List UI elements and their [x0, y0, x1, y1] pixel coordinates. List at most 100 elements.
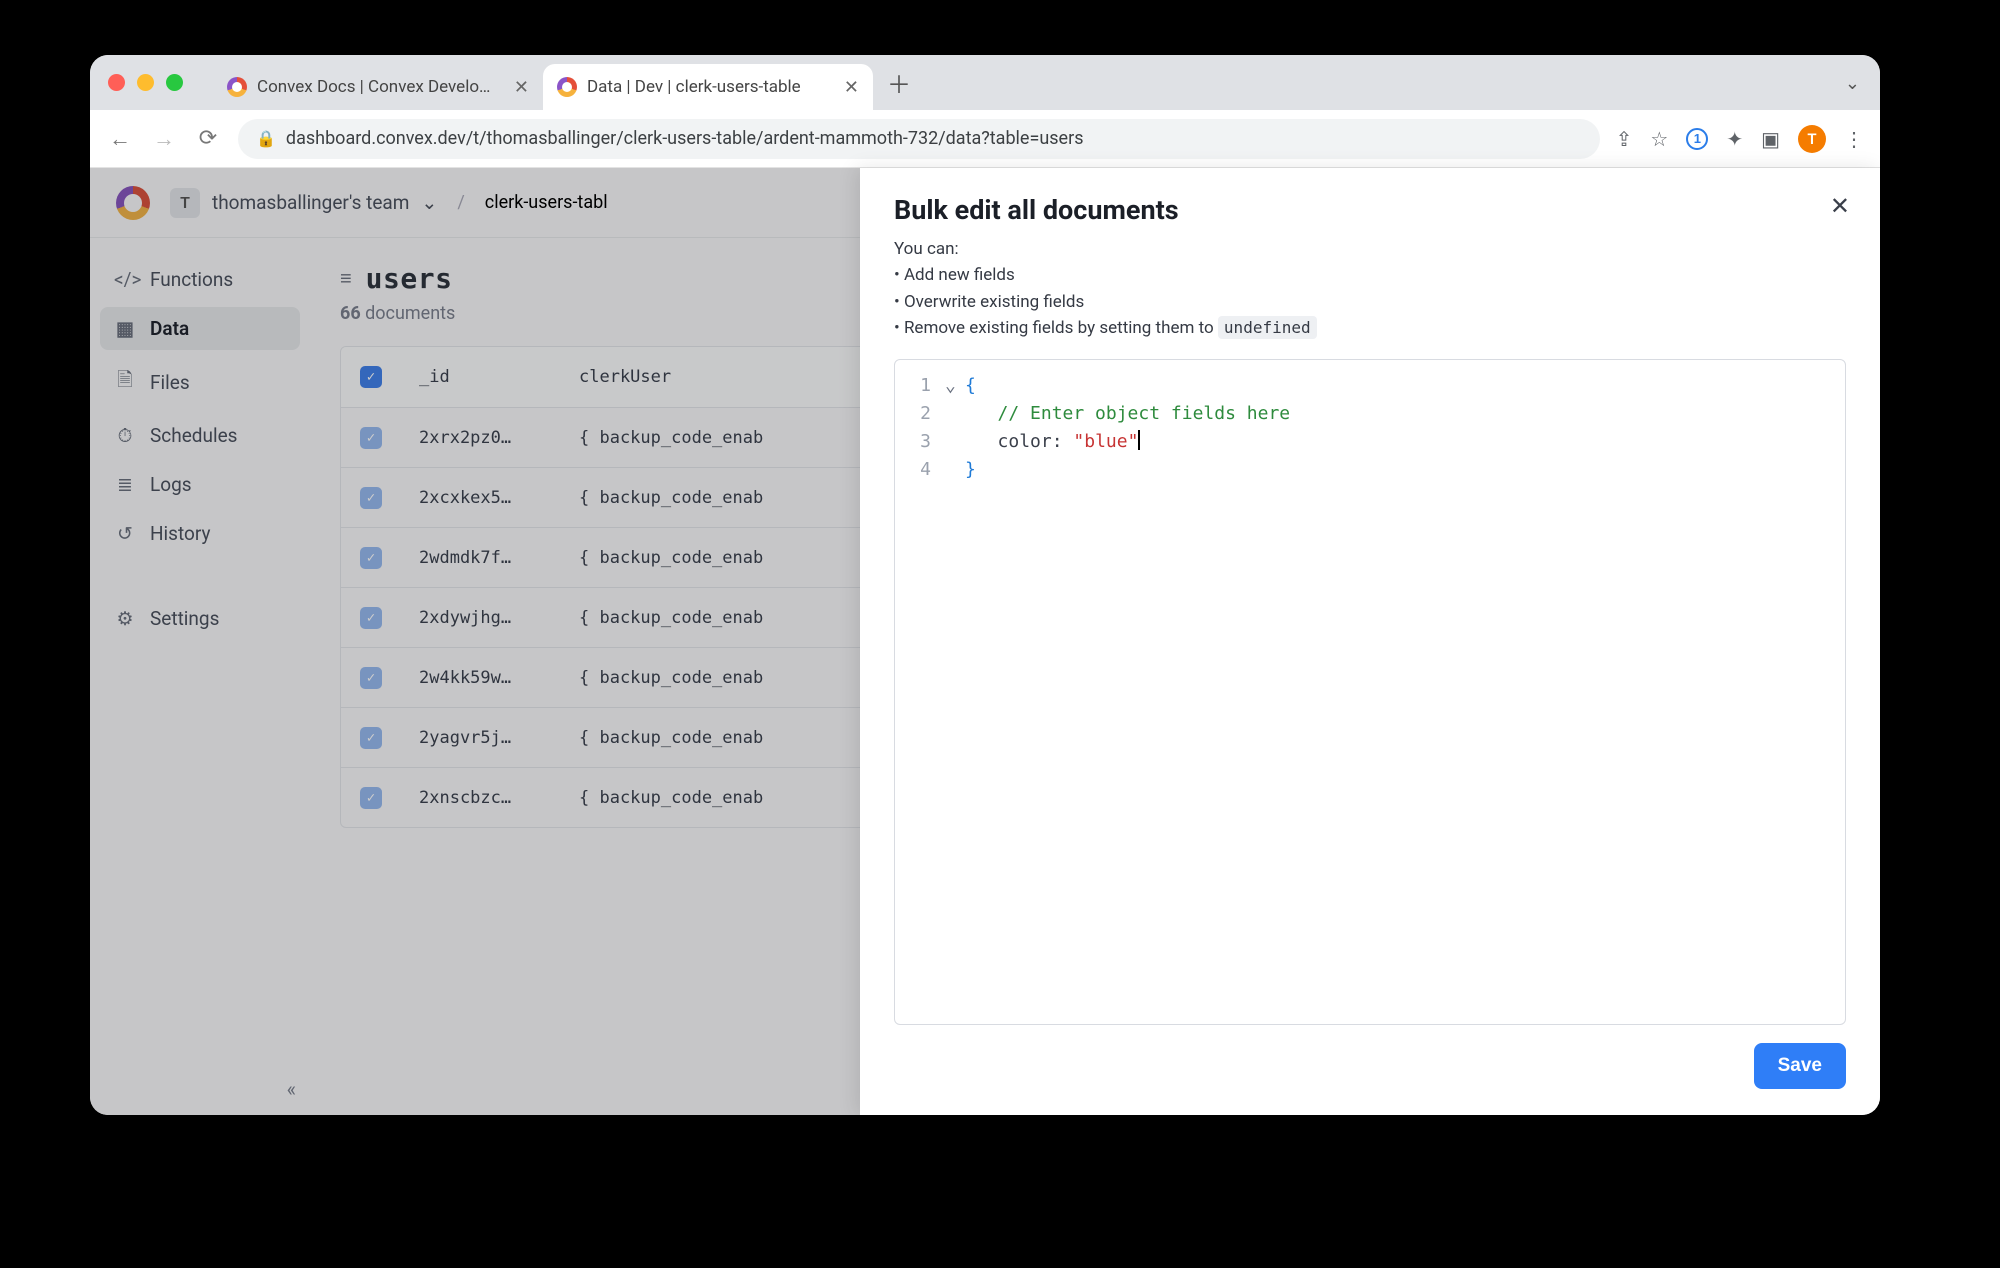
code-editor[interactable]: 1 ⌄ { 2 // Enter object fields here 3 co… — [894, 359, 1846, 1025]
nav-schedules[interactable]: ⏱ Schedules — [100, 414, 300, 457]
team-avatar: T — [170, 188, 200, 218]
nav-label: Functions — [150, 268, 233, 291]
fold-gutter — [945, 400, 965, 428]
panel-description: You can: • Add new fields • Overwrite ex… — [894, 236, 1846, 341]
tabstrip: Convex Docs | Convex Develo… ✕ Data | De… — [90, 55, 1880, 110]
id-cell[interactable]: 2xdywjhg… — [401, 608, 561, 628]
line-number: 1 — [901, 372, 945, 400]
checkbox-icon: ✓ — [360, 547, 382, 569]
share-icon[interactable]: ⇪ — [1616, 127, 1633, 151]
team-selector[interactable]: T thomasballinger's team ⌄ — [170, 188, 437, 218]
extensions-icon[interactable]: ✦ — [1726, 127, 1743, 151]
checkbox-icon: ✓ — [360, 427, 382, 449]
collapse-sidebar-icon[interactable]: « — [287, 1077, 296, 1101]
tab-inactive[interactable]: Convex Docs | Convex Develo… ✕ — [213, 64, 543, 110]
row-checkbox-cell[interactable]: ✓ — [341, 487, 401, 509]
fold-icon[interactable]: ⌄ — [945, 372, 965, 400]
clock-icon: ⏱ — [114, 424, 136, 447]
checkbox-icon: ✓ — [360, 366, 382, 388]
window-close-icon[interactable] — [108, 74, 125, 91]
column-header[interactable]: _id — [401, 367, 561, 387]
team-name: thomasballinger's team — [212, 191, 409, 214]
bullet-text: Remove existing fields by setting them t… — [904, 318, 1218, 338]
row-checkbox-cell[interactable]: ✓ — [341, 427, 401, 449]
sidenav: </> Functions ▦Data 🗎Files ⏱ Schedules ≣ Lo… — [90, 238, 310, 1115]
tab-title: Convex Docs | Convex Develo… — [257, 77, 504, 97]
forward-icon[interactable]: → — [150, 126, 178, 152]
row-checkbox-cell[interactable]: ✓ — [341, 727, 401, 749]
nav-history[interactable]: ↺ History — [100, 512, 300, 555]
panel-icon[interactable]: ▣ — [1761, 127, 1780, 151]
nav-files[interactable]: 🗎Files — [100, 356, 300, 408]
id-cell[interactable]: 2w4kk59w… — [401, 668, 561, 688]
checkbox-icon: ✓ — [360, 667, 382, 689]
reload-icon[interactable]: ⟳ — [194, 126, 222, 151]
code-token: // Enter object fields here — [965, 400, 1290, 428]
fold-gutter — [945, 428, 965, 456]
table-icon: ▦ — [114, 317, 136, 340]
history-icon: ↺ — [114, 522, 136, 545]
tabs-dropdown-icon[interactable]: ⌄ — [1845, 73, 1860, 94]
nav-label: Logs — [150, 473, 192, 496]
bulk-edit-panel: Bulk edit all documents ✕ You can: • Add… — [860, 168, 1880, 1115]
save-button[interactable]: Save — [1754, 1043, 1846, 1089]
panel-footer: Save — [894, 1043, 1846, 1089]
profile-avatar[interactable]: T — [1798, 125, 1826, 153]
fold-gutter — [945, 456, 965, 484]
row-checkbox-cell[interactable]: ✓ — [341, 787, 401, 809]
bullet-text: Overwrite existing fields — [904, 292, 1084, 312]
onepassword-icon[interactable]: 1 — [1686, 128, 1708, 150]
close-icon[interactable]: ✕ — [1830, 192, 1850, 220]
nav-label: Schedules — [150, 424, 237, 447]
code-token: } — [965, 456, 976, 484]
kebab-icon[interactable]: ⋮ — [1844, 127, 1864, 151]
nav-settings[interactable]: ⚙Settings — [100, 597, 300, 640]
bullet-text: Add new fields — [904, 265, 1015, 285]
string-token: "blue" — [1073, 431, 1138, 452]
count-value: 66 — [340, 303, 361, 324]
toolbar-right: ⇪ ☆ 1 ✦ ▣ T ⋮ — [1616, 125, 1864, 153]
code-literal: undefined — [1218, 316, 1317, 339]
comment-token: // Enter object fields here — [998, 403, 1291, 424]
select-all-cell[interactable]: ✓ — [341, 366, 401, 388]
checkbox-icon: ✓ — [360, 607, 382, 629]
id-cell[interactable]: 2xcxkex5… — [401, 488, 561, 508]
table-name: users — [366, 262, 453, 295]
nav-label: Files — [150, 371, 190, 394]
convex-logo-icon[interactable] — [116, 186, 150, 220]
favicon-icon — [227, 77, 247, 97]
close-icon[interactable]: ✕ — [514, 77, 529, 98]
close-icon[interactable]: ✕ — [844, 77, 859, 98]
checkbox-icon: ✓ — [360, 787, 382, 809]
id-cell[interactable]: 2xrx2pz0… — [401, 428, 561, 448]
nav-functions[interactable]: </> Functions — [100, 258, 300, 301]
menu-icon[interactable]: ≡ — [340, 266, 352, 291]
nav-logs[interactable]: ≣ Logs — [100, 463, 300, 506]
row-checkbox-cell[interactable]: ✓ — [341, 547, 401, 569]
url-field[interactable]: 🔒 dashboard.convex.dev/t/thomasballinger… — [238, 119, 1600, 159]
id-cell[interactable]: 2xnscbzc… — [401, 788, 561, 808]
new-tab-button[interactable]: ＋ — [879, 63, 919, 103]
project-name[interactable]: clerk-users-tabl — [485, 192, 608, 213]
window-minimize-icon[interactable] — [137, 74, 154, 91]
key-token: color: — [998, 431, 1063, 452]
back-icon[interactable]: ← — [106, 126, 134, 152]
id-cell[interactable]: 2wdmdk7f… — [401, 548, 561, 568]
nav-label: History — [150, 522, 210, 545]
row-checkbox-cell[interactable]: ✓ — [341, 667, 401, 689]
nav-data[interactable]: ▦Data — [100, 307, 300, 350]
line-number: 3 — [901, 428, 945, 456]
line-number: 2 — [901, 400, 945, 428]
row-checkbox-cell[interactable]: ✓ — [341, 607, 401, 629]
browser-window: Convex Docs | Convex Develo… ✕ Data | De… — [90, 55, 1880, 1115]
chevron-down-icon: ⌄ — [421, 191, 437, 214]
logs-icon: ≣ — [114, 473, 136, 496]
editor-line: 4 } — [901, 456, 1829, 484]
code-icon: </> — [114, 268, 136, 291]
address-bar: ← → ⟳ 🔒 dashboard.convex.dev/t/thomasbal… — [90, 110, 1880, 168]
id-cell[interactable]: 2yagvr5j… — [401, 728, 561, 748]
window-maximize-icon[interactable] — [166, 74, 183, 91]
tab-active[interactable]: Data | Dev | clerk-users-table ✕ — [543, 64, 873, 110]
bookmark-icon[interactable]: ☆ — [1650, 127, 1668, 151]
editor-line: 1 ⌄ { — [901, 372, 1829, 400]
